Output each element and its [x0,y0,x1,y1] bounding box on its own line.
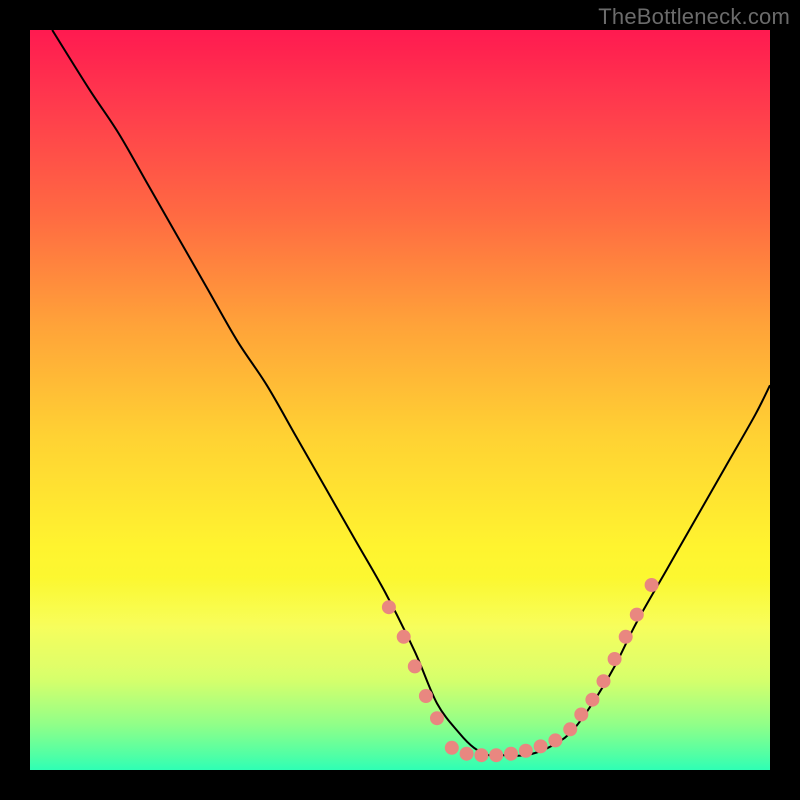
marker-dot [408,659,422,673]
marker-dot [430,711,444,725]
marker-dot [489,748,503,762]
marker-dot [619,630,633,644]
marker-dot [504,747,518,761]
marker-dot [563,722,577,736]
marker-dot [519,744,533,758]
chart-frame: TheBottleneck.com [0,0,800,800]
plot-area [30,30,770,770]
bottleneck-curve [52,30,770,756]
marker-dot [630,608,644,622]
marker-dot [419,689,433,703]
marker-dot [585,693,599,707]
chart-svg [30,30,770,770]
marker-dot [574,708,588,722]
marker-dot [608,652,622,666]
watermark-text: TheBottleneck.com [598,4,790,30]
marker-dot [645,578,659,592]
marker-dot [597,674,611,688]
marker-dot [474,748,488,762]
marker-dot [460,747,474,761]
marker-dot [397,630,411,644]
marker-dot [534,739,548,753]
marker-dot [445,741,459,755]
marker-dot [548,733,562,747]
marker-dot [382,600,396,614]
